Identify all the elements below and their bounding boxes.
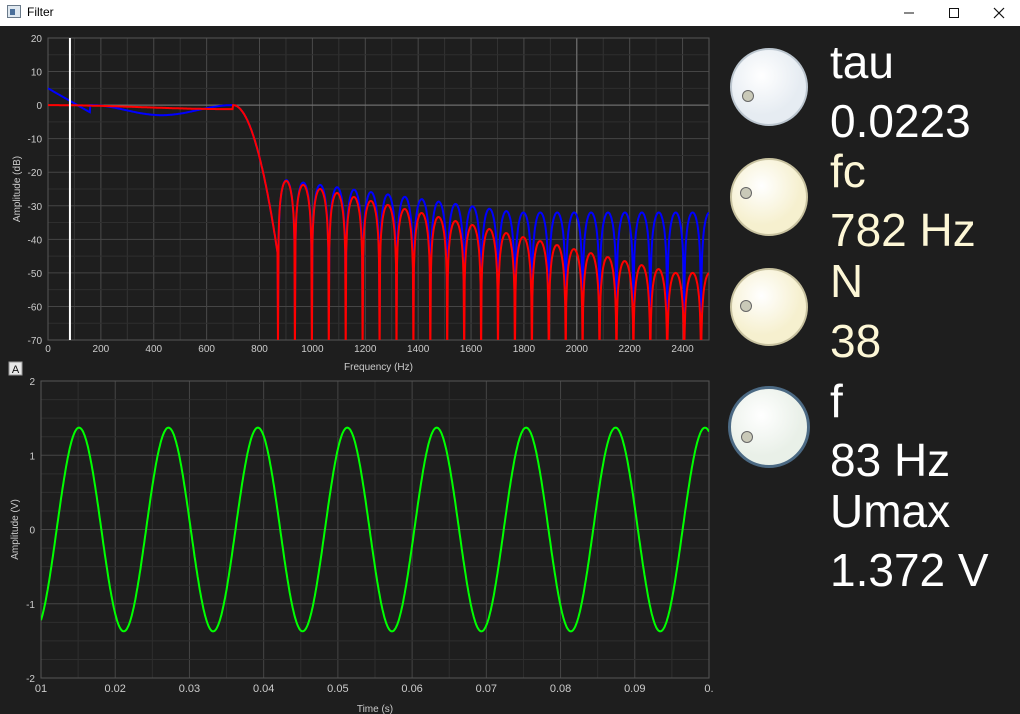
fc-label: fc (830, 145, 866, 197)
x-tick-label: 0.05 (327, 683, 348, 695)
x-tick-label: 0.04 (253, 683, 274, 695)
maximize-button[interactable] (931, 0, 977, 26)
close-button[interactable] (976, 0, 1020, 26)
y-tick-label: -60 (28, 302, 43, 313)
knob-indicator (740, 430, 753, 443)
n-value: 38 (830, 315, 882, 367)
y-tick-label: -10 (28, 135, 43, 146)
x-tick-label: 0. (704, 683, 713, 695)
y-tick-label: 1 (29, 451, 35, 462)
x-tick-label: 0.08 (550, 683, 571, 695)
title-bar: Filter (0, 0, 1020, 26)
y-axis-label: Amplitude (dB) (12, 156, 23, 222)
x-tick-label: 0.09 (624, 683, 645, 695)
umax-label: Umax (830, 485, 951, 537)
tau-label: tau (830, 36, 894, 88)
knob-indicator (740, 299, 753, 312)
y-tick-label: -30 (28, 202, 43, 213)
y-tick-label: -1 (26, 600, 35, 611)
window-title: Filter (27, 5, 54, 19)
y-axis-label: Amplitude (V) (10, 499, 21, 560)
x-tick-label: 0.03 (179, 683, 200, 695)
series-red-line (48, 104, 709, 340)
x-tick-label: 01 (35, 683, 47, 695)
time-signal-plot[interactable]: 01 0.02 0.03 0.04 0.05 0.06 0.07 0.08 0.09 0. 2 1 0 -… (0, 352, 720, 714)
y-tick-label: 10 (31, 68, 43, 79)
close-icon (993, 7, 1005, 19)
fc-value: 782 Hz (830, 204, 976, 256)
fc-knob[interactable] (730, 158, 808, 236)
x-tick-label: 0.06 (401, 683, 422, 695)
y-tick-label: -50 (28, 269, 43, 280)
f-knob[interactable] (728, 386, 810, 468)
x-tick-label: 0.07 (476, 683, 497, 695)
n-knob[interactable] (730, 268, 808, 346)
knob-indicator (741, 90, 754, 103)
y-tick-label: 2 (29, 377, 35, 388)
x-axis-label: Time (s) (357, 704, 393, 714)
umax-value: 1.372 V (830, 544, 989, 596)
knob-indicator (740, 187, 753, 200)
x-tick-label: 0.02 (105, 683, 126, 695)
autoscale-button[interactable]: A (8, 361, 23, 376)
f-value: 83 Hz (830, 434, 951, 486)
maximize-icon (949, 8, 959, 18)
y-tick-label: 20 (31, 34, 43, 45)
tau-value: 0.0223 (830, 95, 971, 147)
y-tick-label: -40 (28, 235, 43, 246)
frequency-response-plot[interactable]: 0 200 400 600 800 1000 1200 1400 1600 1800 2000 220… (0, 26, 720, 378)
f-label: f (830, 375, 843, 427)
app-icon (7, 5, 21, 18)
n-label: N (830, 255, 864, 307)
y-tick-label: 0 (29, 526, 35, 537)
y-tick-label: -70 (28, 336, 43, 347)
tau-knob[interactable] (730, 48, 808, 126)
minimize-icon (904, 12, 914, 14)
y-tick-label: -2 (26, 674, 35, 685)
minimize-button[interactable] (886, 0, 932, 26)
y-tick-label: 0 (36, 101, 42, 112)
y-tick-label: -20 (28, 168, 43, 179)
autoscale-label: A (12, 364, 20, 376)
